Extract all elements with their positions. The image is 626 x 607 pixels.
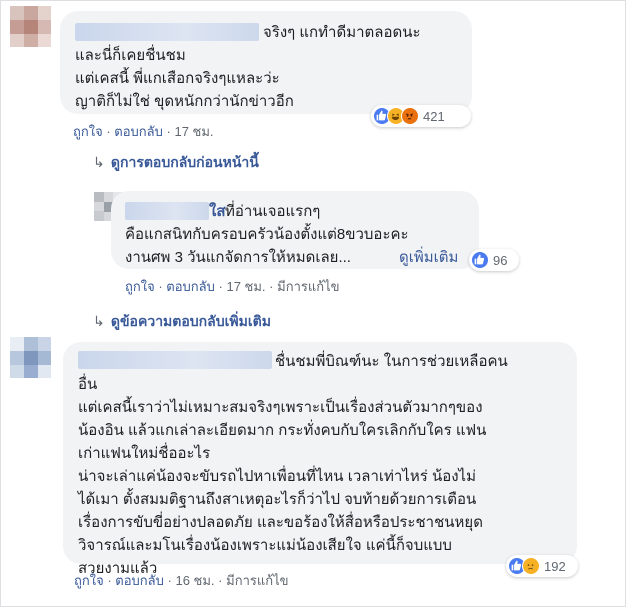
angry-icon: [401, 107, 419, 125]
like-link[interactable]: ถูกใจ: [74, 573, 104, 588]
reaction-summary[interactable]: 192: [506, 555, 578, 577]
comment-text-line: และนี่ก็เคยชื่นชม: [75, 47, 186, 64]
comment-text-line: เก่าแฟนใหม่ชื่ออะไร: [78, 445, 211, 462]
like-link[interactable]: ถูกใจ: [73, 124, 103, 139]
comment-actions: ถูกใจ · ตอบกลับ · 17 ชม.: [73, 124, 214, 139]
reply-author-name-visible[interactable]: ใส: [209, 202, 225, 221]
like-icon: [471, 251, 489, 269]
view-previous-replies[interactable]: ↳ ดูการตอบกลับก่อนหน้านี้: [93, 152, 259, 174]
timestamp[interactable]: 16 ชม.: [175, 573, 214, 588]
reaction-count: 421: [423, 108, 445, 124]
avatar[interactable]: [10, 6, 51, 47]
timestamp[interactable]: 17 ชม.: [174, 124, 213, 139]
commenter-name[interactable]: [75, 23, 259, 41]
comment-text-line: แต่เคสนี้ พี่แกเสือกจริงๆแหละว่ะ: [75, 70, 280, 87]
view-previous-replies-label: ดูการตอบกลับก่อนหน้านี้: [110, 154, 259, 170]
comment-text-line: น่าจะเล่าแค่น้องจะขับรถไปหาเพื่อนที่ไหน …: [78, 468, 476, 485]
edited-label[interactable]: มีการแก้ไข: [226, 573, 288, 588]
comment-text-line: แต่เคสนี้เราว่าไม่เหมาะสมจริงๆเพราะเป็นเ…: [78, 399, 483, 416]
reply-actions: ถูกใจ · ตอบกลับ · 17 ชม. · มีการแก้ไข: [125, 279, 340, 294]
comment-text-line: วิจารณ์และมโนเรื่องน้องเพราะแม่น้องเสียใ…: [78, 537, 452, 554]
reply-link[interactable]: ตอบกลับ: [114, 124, 163, 139]
comment-text-line: อื่น: [78, 376, 98, 393]
timestamp[interactable]: 17 ชม.: [226, 279, 265, 294]
reply-link[interactable]: ตอบกลับ: [166, 279, 215, 294]
reaction-count: 192: [544, 558, 566, 574]
reply-text-line: คือแกสนิทกับครอบครัวน้องตั้งแต่8ขวบอะคะ: [125, 226, 409, 243]
reaction-count: 96: [493, 252, 508, 268]
reply-link[interactable]: ตอบกลับ: [115, 573, 164, 588]
comment-text-line: ได้เมา ตั้งสมมติฐานถึงสาเหตุอะไรก็ว่าไป …: [78, 491, 477, 508]
view-more-replies[interactable]: ↳ ดูข้อความตอบกลับเพิ่มเติม: [93, 311, 271, 333]
edited-label[interactable]: มีการแก้ไข: [277, 279, 339, 294]
reaction-summary[interactable]: 96: [469, 249, 519, 271]
comment-actions: ถูกใจ · ตอบกลับ · 16 ชม. · มีการแก้ไข: [74, 573, 289, 588]
sad-icon: [522, 557, 540, 575]
comment-text-line: ชื่นชมพี่บิณฑ์นะ ในการช่วยเหลือคน: [275, 353, 508, 370]
comment-text-line: เรื่องการขับขี่อย่างปลอดภัย และขอร้องให้…: [78, 514, 483, 531]
reply-arrow-icon: ↳: [93, 154, 105, 170]
reaction-summary[interactable]: 421: [371, 105, 471, 127]
see-more-link[interactable]: ดูเพิ่มเติม: [399, 248, 458, 267]
reply-author-name[interactable]: [125, 202, 209, 220]
reply-arrow-icon: ↳: [93, 313, 105, 329]
reply-text-line: งานศพ 3 วันแกจัดการให้หมดเลย...: [125, 249, 351, 266]
comment-text-line: น้องอิน แล้วแกเล่าละเอียดมาก กระทั่งคบกั…: [78, 422, 487, 439]
view-more-replies-label: ดูข้อความตอบกลับเพิ่มเติม: [110, 313, 271, 329]
comment-text-line: จริงๆ แกทำดีมาตลอดนะ: [263, 24, 421, 41]
commenter-name[interactable]: [78, 351, 272, 369]
like-link[interactable]: ถูกใจ: [125, 279, 155, 294]
comment-text-line: ญาติก็ไม่ใช่ ขุดหนักกว่านักข่าวอีก: [75, 93, 294, 110]
reply-text-line: ที่อ่านเจอแรกๆ: [225, 203, 321, 220]
avatar[interactable]: [10, 337, 51, 378]
